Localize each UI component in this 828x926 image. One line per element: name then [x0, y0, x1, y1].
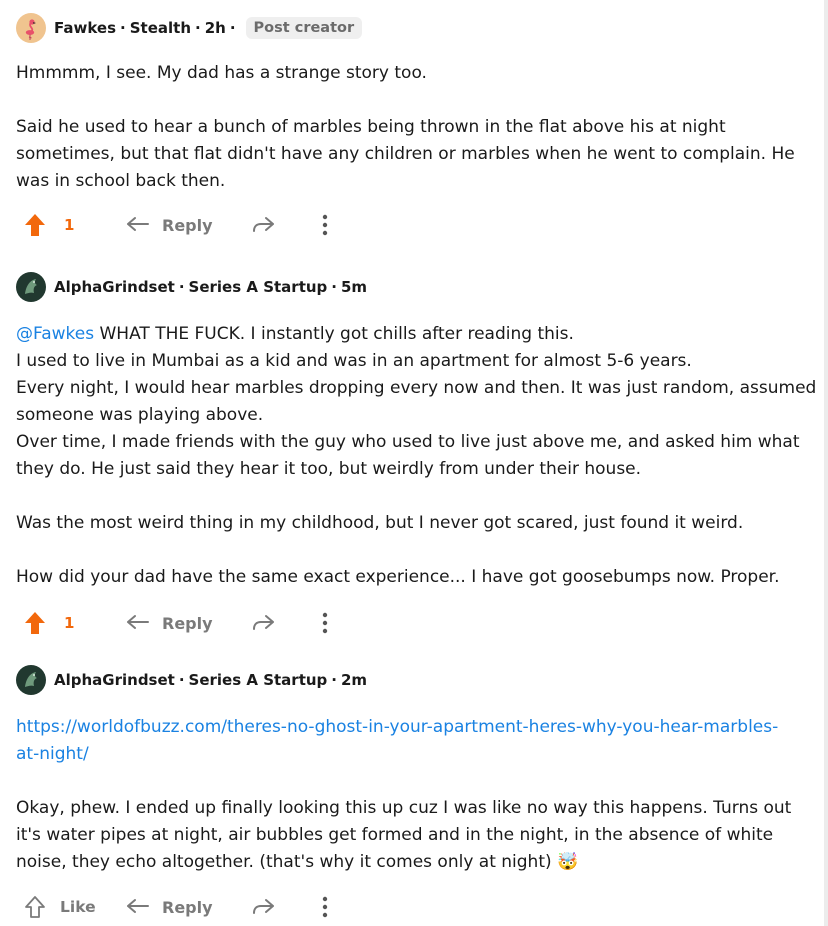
reply-button[interactable]: Reply — [126, 614, 251, 633]
more-options-button[interactable] — [321, 896, 329, 918]
comment-meta: AlphaGrindset · Series A Startup · 2m — [54, 671, 367, 689]
author-name[interactable]: Fawkes — [54, 19, 116, 37]
author-name[interactable]: AlphaGrindset — [54, 278, 175, 296]
reply-button[interactable]: Reply — [126, 216, 251, 235]
reply-arrow-icon — [127, 217, 149, 231]
share-arrow-icon — [253, 899, 274, 914]
author-company: Stealth — [129, 19, 191, 37]
comment-body: https://worldofbuzz.com/theres-no-ghost-… — [16, 714, 818, 876]
comment-header: AlphaGrindset · Series A Startup · 5m — [16, 271, 818, 303]
author-company: Series A Startup — [188, 671, 328, 689]
author-name[interactable]: AlphaGrindset — [54, 671, 175, 689]
comment-line: Over time, I made friends with the guy w… — [16, 432, 800, 479]
comment: AlphaGrindset · Series A Startup · 5m @F… — [16, 271, 818, 638]
avatar[interactable] — [16, 13, 46, 43]
comment-paragraph: Said he used to hear a bunch of marbles … — [16, 117, 795, 191]
upvote-count: 1 — [64, 614, 75, 632]
comment-paragraph: How did your dad have the same exact exp… — [16, 567, 780, 587]
upvote-arrow-icon — [25, 214, 45, 236]
comment-body: Hmmmm, I see. My dad has a strange story… — [16, 60, 818, 195]
reply-label: Reply — [162, 613, 213, 633]
post-creator-badge: Post creator — [245, 17, 363, 39]
share-arrow-icon — [253, 217, 274, 232]
comment-paragraph: @Fawkes WHAT THE FUCK. I instantly got c… — [16, 321, 818, 348]
upvote-button[interactable]: 1 — [16, 611, 126, 635]
comment-time: 5m — [340, 278, 368, 296]
more-options-button[interactable] — [321, 214, 329, 236]
share-arrow-icon — [253, 615, 274, 630]
comment-body: @Fawkes WHAT THE FUCK. I instantly got c… — [16, 321, 818, 591]
external-link-paragraph: https://worldofbuzz.com/theres-no-ghost-… — [16, 714, 786, 768]
comment-header: Fawkes · Stealth · 2h · Post creator — [16, 12, 818, 44]
comment-line: Every night, I would hear marbles droppi… — [16, 378, 817, 425]
separator: · — [178, 671, 185, 689]
comment-actions: Like Reply — [16, 892, 818, 922]
separator: · — [120, 19, 126, 37]
upvote-count: 1 — [64, 216, 75, 234]
dragon-icon — [25, 672, 37, 687]
flamingo-icon — [25, 19, 36, 40]
comment-paragraph: Hmmmm, I see. My dad has a strange story… — [16, 63, 427, 83]
avatar[interactable] — [16, 272, 46, 302]
dragon-icon — [25, 279, 37, 294]
more-options-button[interactable] — [321, 612, 329, 634]
more-vertical-icon — [322, 896, 328, 918]
comment-actions: 1 Reply — [16, 210, 818, 240]
share-button[interactable] — [251, 898, 321, 916]
upvote-button[interactable]: 1 — [16, 213, 126, 237]
like-label: Like — [60, 898, 96, 916]
comment-meta: Fawkes · Stealth · 2h · — [54, 19, 240, 37]
like-button[interactable]: Like — [16, 895, 126, 919]
separator: · — [195, 19, 201, 37]
comment: Fawkes · Stealth · 2h · Post creator Hmm… — [16, 12, 818, 240]
more-vertical-icon — [322, 214, 328, 236]
comment-time: 2m — [340, 671, 368, 689]
reply-arrow-icon — [127, 615, 149, 629]
external-link[interactable]: https://worldofbuzz.com/theres-no-ghost-… — [16, 717, 778, 764]
comment-text: WHAT THE FUCK. I instantly got chills af… — [94, 324, 574, 344]
separator: · — [331, 278, 337, 296]
separator: · — [178, 278, 185, 296]
upvote-outline-icon — [25, 896, 45, 918]
comment-header: AlphaGrindset · Series A Startup · 2m — [16, 664, 818, 696]
comment-paragraph: Okay, phew. I ended up finally looking t… — [16, 798, 792, 872]
comment-line: I used to live in Mumbai as a kid and wa… — [16, 351, 692, 371]
author-company: Series A Startup — [188, 278, 328, 296]
comment-meta: AlphaGrindset · Series A Startup · 5m — [54, 278, 367, 296]
comment: AlphaGrindset · Series A Startup · 2m ht… — [16, 664, 818, 922]
comment-time: 2h — [204, 19, 226, 37]
separator: · — [229, 19, 236, 37]
reply-button[interactable]: Reply — [126, 898, 251, 917]
upvote-arrow-icon — [25, 612, 45, 634]
share-button[interactable] — [251, 614, 321, 632]
reply-label: Reply — [162, 897, 213, 917]
reply-arrow-icon — [127, 899, 149, 913]
avatar[interactable] — [16, 665, 46, 695]
comment-paragraph: Was the most weird thing in my childhood… — [16, 513, 744, 533]
comment-actions: 1 Reply — [16, 608, 818, 638]
mention-link[interactable]: @Fawkes — [16, 324, 94, 344]
share-button[interactable] — [251, 216, 321, 234]
scrollbar-track[interactable] — [824, 0, 828, 926]
separator: · — [331, 671, 337, 689]
reply-label: Reply — [162, 215, 213, 235]
more-vertical-icon — [322, 612, 328, 634]
